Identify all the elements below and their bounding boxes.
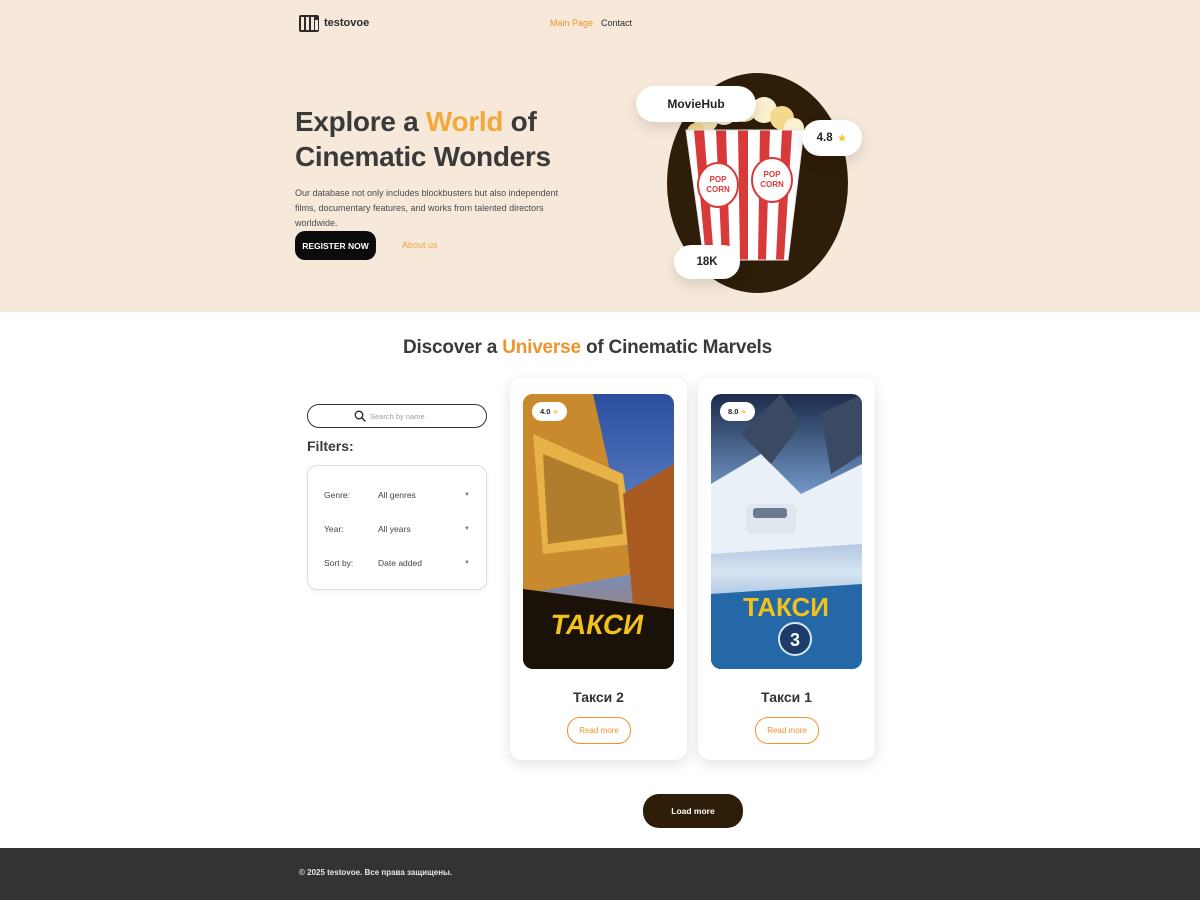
poster-title-text: ТАКСИ [743, 592, 829, 622]
genre-filter[interactable]: Genre: All genres ▼ [324, 488, 470, 502]
genre-filter-label: Genre: [324, 490, 350, 500]
hero-description: Our database not only includes blockbust… [295, 188, 559, 228]
sort-filter[interactable]: Sort by: Date added ▼ [324, 556, 470, 570]
star-icon: ★ [836, 131, 848, 145]
rating-value: 4.8 [816, 132, 833, 144]
chevron-down-icon: ▼ [464, 492, 470, 498]
hero-title-part1: Explore a [295, 106, 426, 137]
about-us-link[interactable]: About us [402, 240, 438, 250]
section-title-part2: of Cinematic Marvels [580, 337, 773, 358]
chevron-down-icon: ▼ [464, 560, 470, 566]
movie-title[interactable]: Такси 1 [698, 689, 875, 705]
poster-image: ТАКСИ [523, 394, 674, 669]
register-button[interactable]: REGISTER NOW [295, 231, 376, 260]
svg-text:CORN: CORN [706, 185, 730, 194]
star-icon: ★ [552, 408, 559, 416]
movie-title[interactable]: Такси 2 [510, 689, 687, 705]
search-bar[interactable] [307, 404, 487, 428]
movie-poster[interactable]: ТАКСИ 3 8.0 ★ [711, 394, 862, 669]
svg-text:POP: POP [710, 175, 728, 184]
filters-panel: Genre: All genres ▼ Year: All years ▼ So… [307, 465, 487, 590]
rating-badge: 4.8 ★ [802, 120, 862, 156]
logo[interactable]: testovoe [298, 12, 369, 34]
chevron-down-icon: ▼ [464, 526, 470, 532]
rating-badge: 4.0 ★ [532, 402, 567, 421]
filters-title: Filters: [307, 438, 354, 454]
hero-title: Explore a World of Cinematic Wonders [295, 104, 551, 174]
movie-rating: 8.0 [728, 407, 739, 416]
search-input[interactable] [370, 411, 440, 421]
poster-title-text: ТАКСИ [548, 608, 646, 640]
section-title-part1: Discover a [402, 337, 503, 358]
count-badge: 18K [674, 245, 740, 279]
hero-section: testovoe Main Page Contact Explore a Wor… [0, 0, 1200, 312]
rating-badge: 8.0 ★ [720, 402, 755, 421]
read-more-button[interactable]: Read more [755, 717, 819, 744]
year-filter-label: Year: [324, 524, 344, 534]
logo-text: testovoe [324, 17, 370, 29]
svg-text:CORN: CORN [760, 180, 784, 189]
movie-poster[interactable]: ТАКСИ 4.0 ★ [523, 394, 674, 669]
copyright-text: © 2025 testovoe. Все права защищены. [299, 868, 453, 877]
search-icon [354, 410, 366, 422]
genre-filter-value: All genres [378, 490, 416, 500]
nav-contact[interactable]: Contact [601, 18, 632, 28]
hero-title-part2: of [503, 106, 537, 137]
load-more-button[interactable]: Load more [643, 794, 743, 828]
star-icon: ★ [740, 408, 747, 416]
movie-card: ТАКСИ 4.0 ★ Такси 2 Read more [510, 378, 687, 760]
footer: © 2025 testovoe. Все права защищены. [0, 848, 1200, 900]
svg-text:3: 3 [790, 630, 800, 650]
read-more-button[interactable]: Read more [567, 717, 631, 744]
film-logo-icon [299, 15, 319, 32]
movie-rating: 4.0 [540, 407, 551, 416]
poster-image: ТАКСИ 3 [711, 394, 862, 669]
section-title: Discover a Universe of Cinematic Marvels [0, 337, 1175, 359]
movie-card: ТАКСИ 3 8.0 ★ Такси 1 Read more [698, 378, 875, 760]
svg-text:POP: POP [764, 170, 782, 179]
year-filter[interactable]: Year: All years ▼ [324, 522, 470, 536]
main-nav: Main Page Contact [550, 18, 632, 28]
hero-title-line2: Cinematic Wonders [295, 141, 551, 172]
hero-title-accent: World [425, 106, 504, 137]
nav-main-page[interactable]: Main Page [550, 18, 593, 28]
sort-filter-label: Sort by: [324, 558, 354, 568]
moviehub-badge: MovieHub [636, 86, 756, 122]
year-filter-value: All years [378, 524, 411, 534]
sort-filter-value: Date added [378, 558, 422, 568]
section-title-accent: Universe [502, 337, 581, 358]
